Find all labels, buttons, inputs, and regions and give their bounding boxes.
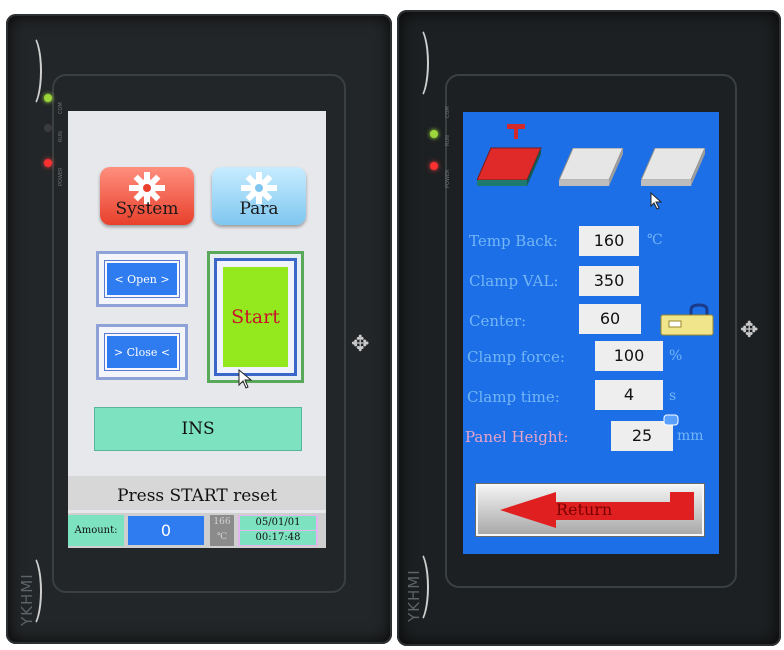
system-button[interactable]: System [100,167,194,225]
amount-label: Amount: [68,515,124,546]
center-label: Center: [469,312,527,330]
panel-height-unit: mm [677,428,704,444]
panel-height-label: Panel Height: [465,428,569,446]
mouse-cursor-icon [650,192,663,210]
status-bar: Amount: 0 166 ℃ 05/01/01 00:17:48 [68,513,326,548]
move-cross-icon: ✥ [740,318,759,343]
start-button-border: Start [214,258,297,376]
clamp-force-unit: % [669,348,683,364]
datetime-box: 05/01/01 00:17:48 [238,515,318,546]
plate-icon[interactable] [641,148,707,190]
plate-icon[interactable] [559,148,625,190]
open-button[interactable]: < Open > [104,260,180,298]
run-led-label: RUN [58,131,64,142]
move-cross-icon: ✥ [351,332,370,357]
return-label: Return [556,500,613,519]
clamp-val-label: Clamp VAL: [469,272,559,290]
clamp-time-unit: s [669,388,677,404]
return-button[interactable]: Return [476,484,704,536]
heated-plate-icon[interactable] [477,122,547,192]
start-button-frame: Start [207,251,304,383]
lock-icon[interactable] [659,303,717,337]
left-bezel-arc-bottom [20,554,42,628]
temperature-value: 166 [213,517,231,527]
com-led [44,94,52,102]
close-button[interactable]: > Close < [104,333,180,371]
mouse-cursor-icon [238,369,253,389]
right-bezel-arc [407,26,429,100]
temp-back-unit: ℃ [647,232,663,248]
power-led-label: POWER [445,169,451,188]
right-screen: Temp Back: 160 ℃ Clamp VAL: 350 Center: … [463,112,719,554]
clamp-time-value[interactable]: 4 [595,380,663,410]
right-bezel-arc-bottom [407,550,429,624]
start-button[interactable]: Start [223,267,288,367]
time-display: 00:17:48 [240,531,316,545]
run-led-label: RUN [445,135,451,146]
com-led-label: COM [58,102,64,114]
para-button[interactable]: Para [212,167,306,225]
close-button-frame: > Close < [96,324,188,380]
temp-back-label: Temp Back: [469,232,558,250]
center-value[interactable]: 60 [579,304,641,334]
clamp-force-label: Clamp force: [467,348,565,366]
open-button-frame: < Open > [96,251,188,307]
clamp-force-value[interactable]: 100 [595,341,663,371]
clamp-val-value[interactable]: 350 [579,266,639,296]
run-led [44,124,52,132]
left-screen: System Para < Open > > Close < Start INS… [68,111,326,548]
left-bezel-arc [20,34,42,108]
status-message: Press START reset [68,476,326,510]
com-led-label: COM [445,106,451,118]
date-display: 05/01/01 [240,516,316,530]
temp-back-value[interactable]: 160 [579,226,639,256]
amount-value: 0 [128,516,204,545]
power-led [44,159,52,167]
temperature-readout: 166 ℃ [210,515,234,546]
ins-button[interactable]: INS [94,407,302,451]
power-led [430,162,438,170]
com-led [430,130,438,138]
temperature-unit: ℃ [216,532,228,542]
power-led-label: POWER [58,167,64,186]
small-tag-icon [663,414,679,426]
system-label: System [115,199,179,219]
para-label: Para [239,199,279,219]
clamp-time-label: Clamp time: [467,388,560,406]
